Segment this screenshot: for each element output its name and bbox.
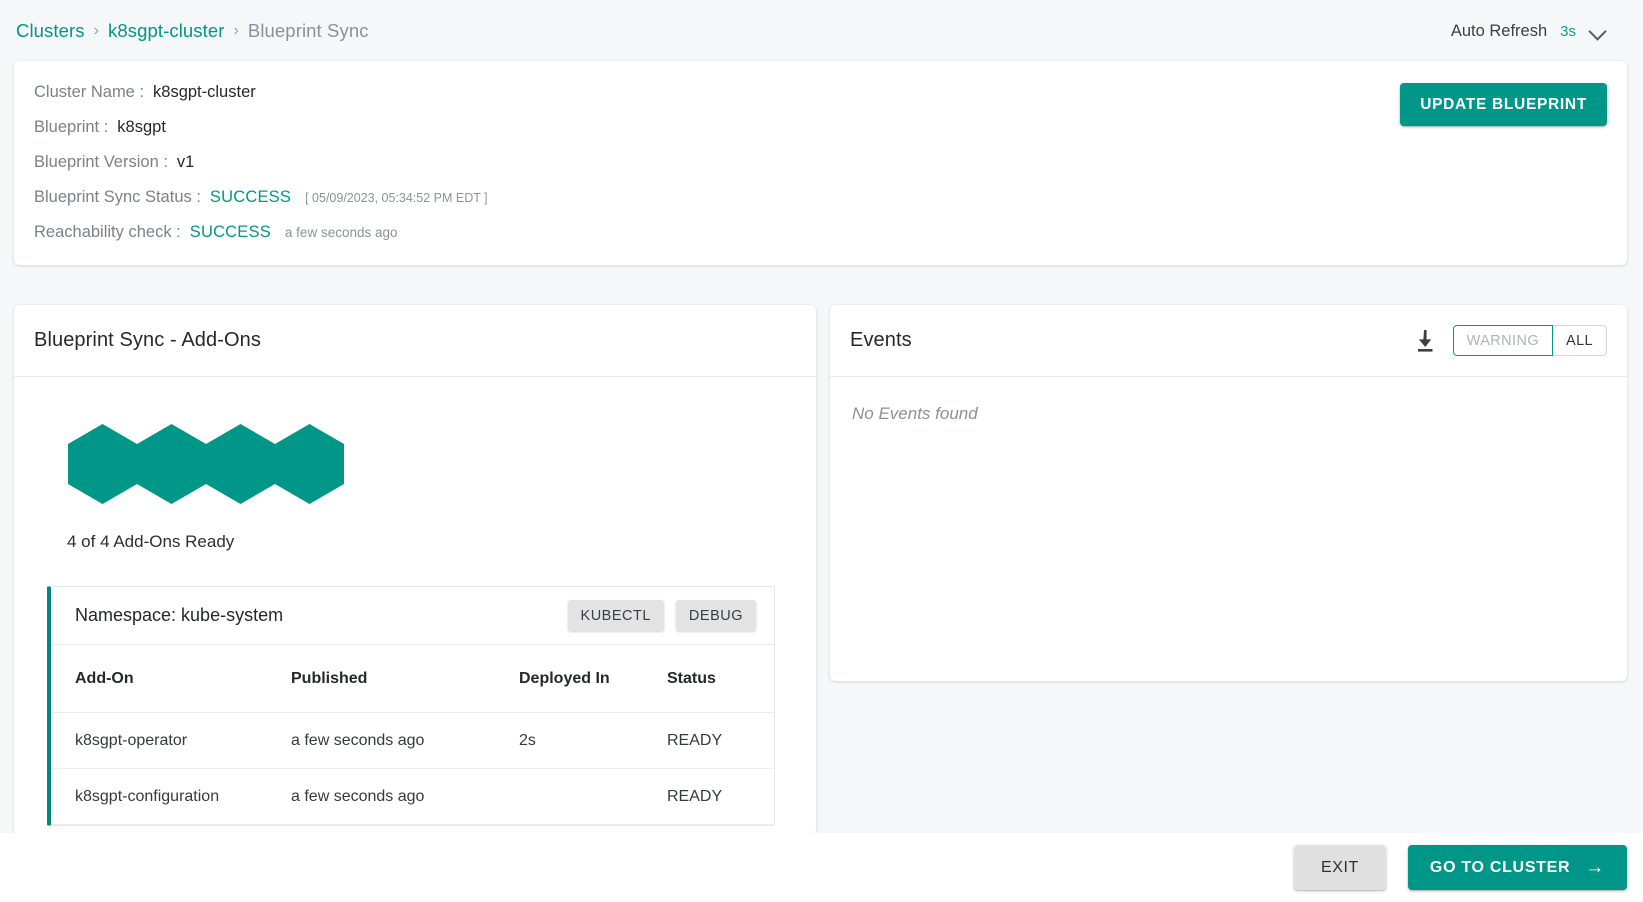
blueprint-sync-page: Clusters › k8sgpt-cluster › Blueprint Sy…	[0, 0, 1643, 902]
blueprint-version-label: Blueprint Version :	[34, 153, 168, 171]
sync-status-timestamp: [ 05/09/2023, 05:34:52 PM EDT ]	[305, 191, 488, 205]
cell-published: a few seconds ago	[291, 712, 519, 769]
cell-deployed-in: 2s	[519, 712, 667, 769]
footer-action-bar: EXIT GO TO CLUSTER →	[0, 833, 1643, 902]
reachability-value: SUCCESS	[189, 223, 271, 241]
blueprint-row: Blueprint : k8sgpt	[34, 118, 1627, 153]
breadcrumb-cluster[interactable]: k8sgpt-cluster	[108, 20, 225, 42]
namespace-actions: KUBECTL DEBUG	[567, 600, 756, 631]
cluster-name-row: Cluster Name : k8sgpt-cluster	[34, 83, 1627, 118]
table-row[interactable]: k8sgpt-configuration a few seconds ago R…	[51, 768, 774, 825]
auto-refresh-value: 3s	[1560, 22, 1576, 40]
addons-hexagon-group	[14, 377, 816, 504]
cell-deployed-in	[519, 768, 667, 825]
reachability-label: Reachability check :	[34, 223, 181, 241]
blueprint-label: Blueprint :	[34, 118, 109, 136]
cell-status: READY	[667, 768, 774, 825]
namespace-title: Namespace: kube-system	[75, 605, 284, 625]
column-header-addon: Add-On	[51, 645, 291, 713]
breadcrumb: Clusters › k8sgpt-cluster › Blueprint Sy…	[16, 20, 369, 42]
exit-button[interactable]: EXIT	[1293, 845, 1386, 890]
cell-published: a few seconds ago	[291, 768, 519, 825]
blueprint-version-row: Blueprint Version : v1	[34, 153, 1627, 188]
namespace-header: Namespace: kube-system KUBECTL DEBUG	[51, 587, 774, 645]
update-blueprint-button[interactable]: UPDATE BLUEPRINT	[1400, 83, 1607, 126]
addons-ready-summary: 4 of 4 Add-Ons Ready	[67, 532, 235, 551]
breadcrumb-current: Blueprint Sync	[247, 20, 369, 41]
events-panel: Events WARNING ALL No Events found	[830, 305, 1627, 681]
sync-status-row: Blueprint Sync Status : SUCCESS [ 05/09/…	[34, 188, 1627, 223]
download-icon[interactable]	[1413, 328, 1437, 354]
debug-button[interactable]: DEBUG	[675, 600, 756, 631]
cell-addon: k8sgpt-configuration	[51, 768, 291, 825]
addons-panel-header: Blueprint Sync - Add-Ons	[14, 305, 816, 377]
events-empty-message: No Events found	[852, 404, 978, 423]
addons-panel-title: Blueprint Sync - Add-Ons	[34, 329, 261, 351]
filter-warning-button[interactable]: WARNING	[1452, 325, 1553, 356]
addons-table-body: k8sgpt-operator a few seconds ago 2s REA…	[51, 712, 774, 825]
auto-refresh-label: Auto Refresh	[1450, 21, 1548, 40]
breadcrumb-separator-2: ›	[233, 22, 239, 39]
table-row[interactable]: k8sgpt-operator a few seconds ago 2s REA…	[51, 712, 774, 769]
arrow-right-icon: →	[1585, 857, 1605, 878]
go-to-cluster-label: GO TO CLUSTER	[1429, 858, 1571, 876]
breadcrumb-clusters[interactable]: Clusters	[16, 20, 85, 42]
cell-addon: k8sgpt-operator	[51, 712, 291, 769]
column-header-published: Published	[291, 645, 519, 713]
cluster-name-label: Cluster Name :	[34, 83, 145, 101]
addons-table-header-row: Add-On Published Deployed In Status	[51, 645, 774, 713]
addon-hexagon	[68, 424, 137, 504]
blueprint-version-value: v1	[176, 153, 195, 171]
events-panel-tools: WARNING ALL	[1413, 325, 1607, 356]
addons-panel: Blueprint Sync - Add-Ons 4 of 4 Add-Ons …	[14, 305, 816, 835]
top-bar: Clusters › k8sgpt-cluster › Blueprint Sy…	[0, 0, 1643, 62]
events-body: No Events found	[830, 377, 1627, 424]
kubectl-button[interactable]: KUBECTL	[567, 600, 664, 631]
addon-hexagon	[137, 424, 206, 504]
auto-refresh-control[interactable]: Auto Refresh 3s	[1451, 22, 1621, 41]
cell-status: READY	[667, 712, 774, 769]
cluster-name-value: k8sgpt-cluster	[153, 83, 256, 101]
addon-hexagon	[275, 424, 344, 504]
blueprint-value: k8sgpt	[117, 118, 166, 136]
reachability-timestamp: a few seconds ago	[284, 225, 398, 240]
column-header-status: Status	[667, 645, 774, 713]
column-header-deployed-in: Deployed In	[519, 645, 667, 713]
events-panel-title: Events	[850, 329, 912, 351]
events-panel-header: Events WARNING ALL	[830, 305, 1627, 377]
addons-table-head: Add-On Published Deployed In Status	[51, 645, 774, 713]
sync-status-label: Blueprint Sync Status :	[34, 188, 201, 206]
cluster-info-card: Cluster Name : k8sgpt-cluster Blueprint …	[14, 61, 1627, 265]
filter-all-button[interactable]: ALL	[1553, 325, 1607, 356]
sync-status-value: SUCCESS	[209, 188, 292, 206]
chevron-down-icon[interactable]	[1589, 22, 1607, 40]
reachability-row: Reachability check : SUCCESS a few secon…	[34, 223, 1627, 258]
addons-table: Add-On Published Deployed In Status k8sg…	[51, 645, 774, 825]
cluster-info-list: Cluster Name : k8sgpt-cluster Blueprint …	[14, 61, 1627, 258]
go-to-cluster-button[interactable]: GO TO CLUSTER →	[1407, 845, 1627, 890]
namespace-card: Namespace: kube-system KUBECTL DEBUG Add…	[47, 586, 775, 826]
breadcrumb-separator-1: ›	[93, 22, 99, 39]
events-filter-group: WARNING ALL	[1452, 325, 1607, 356]
addon-hexagon	[206, 424, 275, 504]
